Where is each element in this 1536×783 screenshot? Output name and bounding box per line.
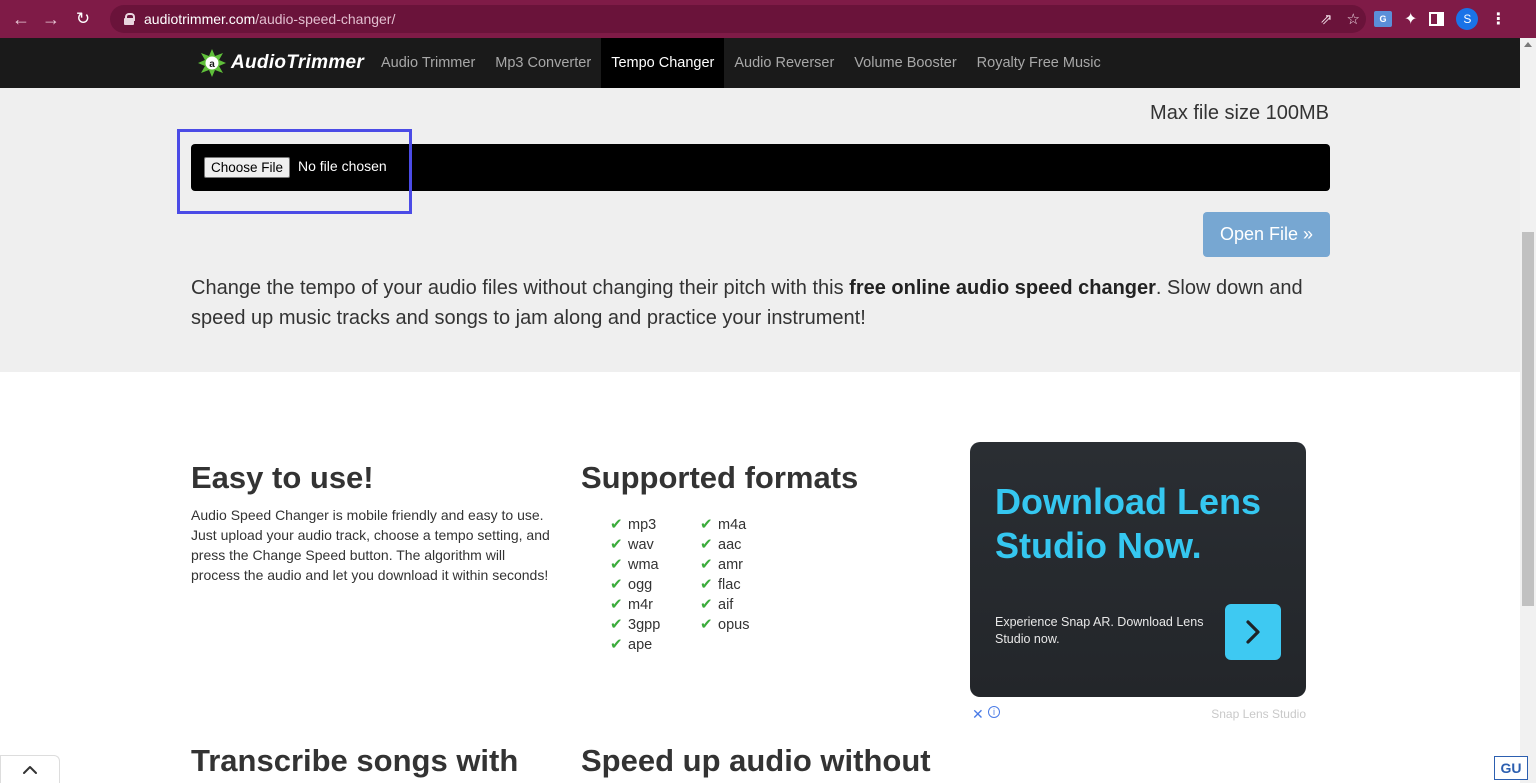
highlight-annotation-box — [177, 129, 412, 214]
format-label: opus — [718, 617, 750, 633]
svg-text:a: a — [209, 59, 215, 70]
site-logo[interactable]: a AudioTrimmer — [197, 44, 364, 82]
back-arrow-icon[interactable]: ← — [6, 4, 36, 34]
nav-item-royalty-free-music[interactable]: Royalty Free Music — [967, 38, 1111, 88]
format-label: wav — [628, 537, 654, 553]
check-icon: ✔ — [610, 516, 623, 533]
advertisement-card[interactable]: Download Lens Studio Now. Experience Sna… — [970, 442, 1306, 697]
nav-item-audio-trimmer[interactable]: Audio Trimmer — [371, 38, 485, 88]
check-icon: ✔ — [610, 536, 623, 553]
format-item: ✔ 3gpp — [610, 615, 670, 635]
format-label: ogg — [628, 577, 653, 593]
chevron-up-icon — [23, 765, 37, 774]
check-icon: ✔ — [700, 576, 713, 593]
check-icon: ✔ — [700, 596, 713, 613]
ad-info-icon[interactable]: i — [988, 706, 1000, 718]
translate-extension-icon[interactable]: G — [1374, 11, 1392, 27]
share-icon[interactable]: ⇗ — [1320, 10, 1333, 28]
format-item: ✔ aac — [700, 535, 760, 555]
ad-chevron-right-button[interactable] — [1225, 604, 1281, 660]
formats-column-2: ✔ m4a ✔ aac ✔ amr ✔ flac ✔ aif ✔ opus — [700, 515, 760, 655]
easy-to-use-heading: Easy to use! — [191, 460, 374, 495]
page-root: ← → ↻ audiotrimmer.com/audio-speed-chang… — [0, 0, 1536, 783]
format-label: flac — [718, 577, 741, 593]
max-file-size-label: Max file size 100MB — [1150, 102, 1329, 124]
bookmark-star-icon[interactable]: ☆ — [1347, 10, 1360, 28]
upload-section: Max file size 100MB Choose File No file … — [0, 88, 1520, 372]
easy-to-use-text: Audio Speed Changer is mobile friendly a… — [191, 507, 550, 583]
ad-subtext: Experience Snap AR. Download Lens Studio… — [995, 615, 1204, 646]
format-item: ✔ ape — [610, 635, 670, 655]
format-item: ✔ mp3 — [610, 515, 670, 535]
check-icon: ✔ — [610, 576, 623, 593]
chevron-right-icon — [1246, 620, 1260, 644]
scroll-up-arrow-icon[interactable] — [1524, 42, 1532, 47]
extension-area: G ✦ S ⋮ — [1374, 6, 1506, 32]
check-icon: ✔ — [700, 536, 713, 553]
nav-item-volume-booster[interactable]: Volume Booster — [844, 38, 966, 88]
url-host: audiotrimmer.com — [144, 11, 256, 27]
ad-sponsor-label: Snap Lens Studio — [1211, 707, 1306, 721]
hero-description-bold: free online audio speed changer — [849, 277, 1156, 299]
open-file-button[interactable]: Open File » — [1203, 212, 1330, 257]
format-label: mp3 — [628, 517, 657, 533]
check-icon: ✔ — [700, 616, 713, 633]
url-path: /audio-speed-changer/ — [255, 11, 396, 27]
browser-toolbar: ← → ↻ audiotrimmer.com/audio-speed-chang… — [0, 0, 1536, 38]
watermark-logo: GU — [1494, 756, 1528, 780]
format-item: ✔ amr — [700, 555, 760, 575]
format-item: ✔ m4a — [700, 515, 760, 535]
side-panel-icon[interactable] — [1429, 12, 1445, 26]
check-icon: ✔ — [700, 556, 713, 573]
page-scrollbar[interactable] — [1520, 38, 1536, 783]
nav-item-tempo-changer[interactable]: Tempo Changer — [601, 38, 725, 88]
ad-close-icon[interactable]: ✕ — [972, 706, 984, 723]
reload-icon[interactable]: ↻ — [68, 4, 98, 34]
check-icon: ✔ — [610, 596, 623, 613]
browser-menu-icon[interactable]: ⋮ — [1490, 9, 1506, 29]
check-icon: ✔ — [610, 556, 623, 573]
transcribe-heading: Transcribe songs with — [191, 743, 519, 778]
format-label: aac — [718, 537, 742, 553]
speed-up-heading: Speed up audio without — [581, 743, 931, 778]
format-item: ✔ wma — [610, 555, 670, 575]
formats-column-1: ✔ mp3 ✔ wav ✔ wma ✔ ogg ✔ m4r ✔ 3gpp ✔ ape — [610, 515, 670, 655]
nav-item-mp3-converter[interactable]: Mp3 Converter — [485, 38, 601, 88]
back-to-top-button[interactable] — [0, 755, 60, 783]
ad-headline: Download Lens Studio Now. — [995, 481, 1262, 566]
scrollbar-thumb[interactable] — [1522, 232, 1534, 606]
format-item: ✔ opus — [700, 615, 760, 635]
omnibox-actions: ⇗ ☆ — [1320, 5, 1360, 33]
address-bar[interactable]: audiotrimmer.com/audio-speed-changer/ ⇗ … — [110, 5, 1366, 33]
format-label: ape — [628, 637, 653, 653]
format-label: aif — [718, 597, 734, 613]
format-item: ✔ aif — [700, 595, 760, 615]
profile-avatar[interactable]: S — [1456, 8, 1479, 30]
logo-text: AudioTrimmer — [231, 52, 365, 73]
formats-list: ✔ mp3 ✔ wav ✔ wma ✔ ogg ✔ m4r ✔ 3gpp ✔ ape ✔ m4a ✔ aac ✔ a… — [610, 515, 760, 655]
check-icon: ✔ — [610, 636, 623, 653]
supported-formats-heading: Supported formats — [581, 460, 859, 495]
forward-arrow-icon[interactable]: → — [36, 4, 66, 34]
format-label: amr — [718, 557, 743, 573]
nav-menu: Audio Trimmer Mp3 Converter Tempo Change… — [371, 38, 1111, 88]
lock-icon — [124, 13, 135, 25]
format-label: wma — [628, 557, 659, 573]
check-icon: ✔ — [700, 516, 713, 533]
format-item: ✔ ogg — [610, 575, 670, 595]
site-navbar: a AudioTrimmer Audio Trimmer Mp3 Convert… — [0, 38, 1520, 88]
check-icon: ✔ — [610, 616, 623, 633]
format-item: ✔ wav — [610, 535, 670, 555]
format-label: m4a — [718, 517, 747, 533]
extensions-puzzle-icon[interactable]: ✦ — [1404, 9, 1417, 29]
format-label: m4r — [628, 597, 653, 613]
format-item: ✔ m4r — [610, 595, 670, 615]
format-label: 3gpp — [628, 617, 661, 633]
logo-mark-icon: a — [197, 48, 227, 78]
nav-item-audio-reverser[interactable]: Audio Reverser — [724, 38, 844, 88]
hero-description: Change the tempo of your audio files wit… — [191, 277, 1303, 329]
format-item: ✔ flac — [700, 575, 760, 595]
